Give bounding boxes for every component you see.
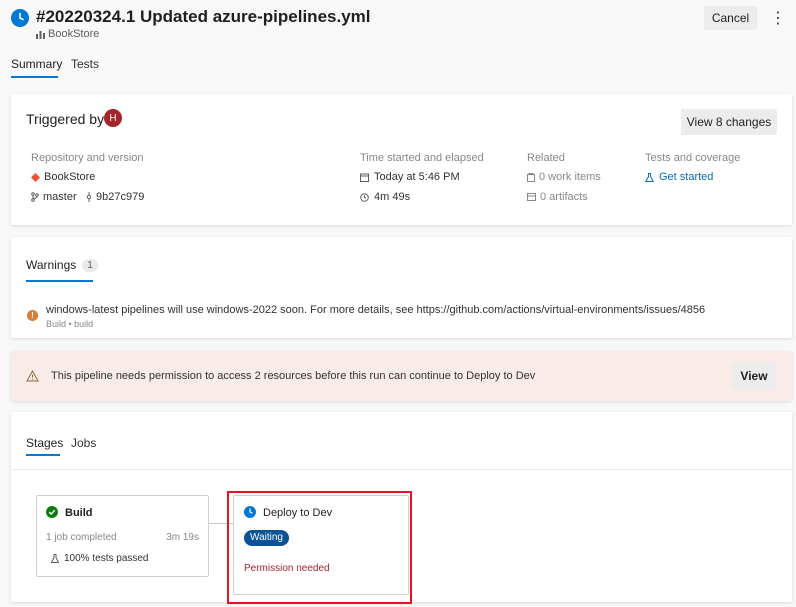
start-time: Today at 5:46 PM — [360, 171, 460, 183]
warnings-card: Warnings 1 ! windows-latest pipelines wi… — [11, 237, 792, 338]
branch-icon — [31, 192, 39, 202]
view-permissions-button[interactable]: View — [732, 363, 776, 389]
run-status-icon — [11, 9, 29, 27]
tab-jobs[interactable]: Jobs — [71, 436, 96, 450]
tests-label: Tests and coverage — [645, 152, 741, 164]
triggered-title: Triggered by — [26, 111, 105, 127]
repo-label: Repository and version — [31, 152, 144, 164]
tab-summary-label: Summary — [11, 57, 63, 71]
permission-banner: This pipeline needs permission to access… — [11, 351, 792, 401]
tests-get-started-link: Get started — [659, 171, 714, 183]
repo-icon — [31, 172, 40, 182]
flask-icon — [645, 172, 654, 182]
artifact-icon — [527, 193, 536, 201]
warnings-count-badge: 1 — [82, 258, 98, 272]
stage-build-duration: 3m 19s — [166, 532, 199, 543]
project-name: BookStore — [48, 28, 100, 40]
project-breadcrumb[interactable]: BookStore — [36, 28, 99, 40]
tab-warnings-label: Warnings — [26, 258, 77, 272]
stage-build-jobs: 1 job completed — [46, 532, 117, 543]
branch-info[interactable]: master — [31, 191, 77, 203]
stage-build-tests[interactable]: 100% tests passed — [51, 553, 149, 564]
repo-name: BookStore — [44, 171, 96, 183]
more-actions-icon[interactable]: ⋮ — [770, 8, 786, 28]
success-check-icon — [46, 506, 58, 518]
project-icon — [36, 30, 45, 39]
stages-divider — [11, 469, 792, 470]
artifacts[interactable]: 0 artifacts — [527, 191, 588, 203]
tests-get-started[interactable]: Get started — [645, 171, 713, 183]
work-items-count: 0 work items — [539, 171, 601, 183]
warnings-tab-underline — [26, 280, 93, 282]
commit-info[interactable]: 9b27c979 — [86, 191, 144, 203]
tab-jobs-label: Jobs — [71, 436, 97, 450]
tab-stages[interactable]: Stages — [26, 436, 63, 450]
commit-icon — [86, 192, 92, 202]
commit-hash: 9b27c979 — [96, 191, 145, 203]
work-item-icon — [527, 172, 535, 182]
status-badge: Waiting — [244, 530, 289, 546]
page-title: #20220324.1 Updated azure-pipelines.yml — [36, 7, 371, 26]
tab-selected-underline — [11, 76, 58, 78]
elapsed-time: 4m 49s — [360, 191, 410, 203]
artifacts-count: 0 artifacts — [540, 191, 588, 203]
permission-message: This pipeline needs permission to access… — [51, 370, 536, 382]
repo-link[interactable]: BookStore — [31, 171, 95, 183]
stage-deploy[interactable]: Deploy to Dev Waiting Permission needed — [233, 495, 409, 595]
clock-icon — [360, 192, 369, 202]
tab-tests-label: Tests — [71, 57, 100, 71]
time-label: Time started and elapsed — [360, 152, 484, 164]
warning-icon: ! — [27, 310, 38, 321]
stage-build[interactable]: Build 1 job completed 3m 19s 100% tests … — [36, 495, 209, 577]
related-label: Related — [527, 152, 565, 164]
stages-card: Stages Jobs Build 1 job completed 3m 19s… — [11, 412, 792, 604]
flask-icon — [51, 554, 59, 563]
calendar-icon — [360, 173, 369, 182]
tab-warnings[interactable]: Warnings 1 — [26, 258, 98, 272]
stage-deploy-name: Deploy to Dev — [263, 507, 333, 519]
warning-message[interactable]: windows-latest pipelines will use window… — [46, 304, 705, 316]
start-time-value: Today at 5:46 PM — [374, 171, 460, 183]
elapsed-time-value: 4m 49s — [374, 191, 411, 203]
stage-build-tests-value: 100% tests passed — [64, 553, 149, 564]
alert-triangle-icon — [26, 369, 39, 382]
branch-name: master — [43, 191, 77, 203]
warning-source: Build • build — [46, 319, 94, 329]
stage-deploy-note: Permission needed — [244, 563, 330, 574]
avatar[interactable]: H — [104, 109, 122, 127]
cancel-button[interactable]: Cancel — [704, 6, 757, 30]
tab-tests[interactable]: Tests — [71, 57, 99, 71]
stages-tab-underline — [26, 454, 60, 456]
waiting-clock-icon — [244, 506, 256, 518]
tab-summary[interactable]: Summary — [11, 57, 62, 81]
work-items[interactable]: 0 work items — [527, 171, 601, 183]
triggered-card: Triggered by H View 8 changes Repository… — [11, 94, 792, 225]
view-changes-button[interactable]: View 8 changes — [681, 109, 777, 135]
stage-build-name: Build — [65, 507, 93, 519]
tab-stages-label: Stages — [26, 436, 64, 450]
